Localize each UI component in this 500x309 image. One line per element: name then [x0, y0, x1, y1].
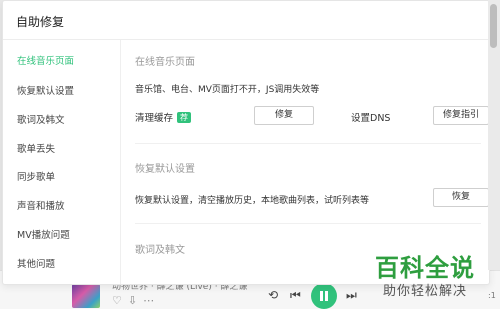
nav-item-sync-playlist[interactable]: 同步歌单 [17, 169, 55, 183]
restore-description: 恢复默认设置，清空播放历史，本地歌曲列表，试听列表等 [135, 196, 370, 206]
dns-guide-button[interactable]: 修复指引 [433, 106, 489, 125]
scrollbar[interactable] [488, 0, 500, 270]
nav-item-restore-default[interactable]: 恢复默认设置 [17, 83, 74, 97]
dialog-title: 自助修复 [16, 15, 65, 29]
sidebar-nav: 在线音乐页面 恢复默认设置 歌词及韩文 歌单丢失 同步歌单 声音和播放 MV播放… [3, 40, 121, 284]
loop-icon[interactable]: ⟲ [268, 289, 278, 301]
watermark-subtitle: 助你轻松解决 [383, 284, 468, 299]
nav-item-lyrics[interactable]: 歌词及韩文 [17, 112, 65, 126]
section-separator [135, 223, 481, 224]
self-repair-dialog: 自助修复 在线音乐页面 恢复默认设置 歌词及韩文 歌单丢失 同步歌单 声音和播放… [2, 0, 490, 285]
section-heading-restore: 恢复默认设置 [135, 164, 195, 175]
section-heading-online: 在线音乐页面 [135, 57, 195, 68]
previous-icon[interactable]: ⏮ [290, 289, 301, 301]
scrollbar-thumb[interactable] [490, 4, 497, 48]
watermark-logo: 百科全说 助你轻松解决 [363, 244, 491, 306]
nav-item-mv-playback[interactable]: MV播放问题 [17, 227, 70, 241]
section-heading-lyrics: 歌词及韩文 [135, 245, 185, 256]
pause-button[interactable] [311, 283, 337, 309]
restore-button[interactable]: 恢复 [433, 188, 489, 207]
nav-item-other[interactable]: 其他问题 [17, 256, 55, 270]
download-icon[interactable]: ⇩ [128, 294, 143, 307]
online-description: 音乐馆、电台、MV页面打不开，JS调用失效等 [135, 85, 320, 95]
nav-item-playlist-lost[interactable]: 歌单丢失 [17, 141, 55, 155]
repair-button[interactable]: 修复 [254, 106, 314, 125]
clear-cache-row: 清理缓存荐 [135, 110, 192, 124]
song-action-icons: ♡⇩⋯ [112, 294, 160, 307]
section-separator [135, 143, 481, 144]
watermark-title: 百科全说 [375, 254, 475, 282]
heart-icon[interactable]: ♡ [112, 294, 128, 307]
recommended-badge: 荐 [177, 112, 192, 123]
next-icon[interactable]: ⏭ [346, 289, 357, 301]
more-icon[interactable]: ⋯ [143, 294, 160, 307]
nav-item-sound-playback[interactable]: 声音和播放 [17, 198, 65, 212]
album-art[interactable] [72, 284, 100, 308]
dns-label: 设置DNS [351, 113, 391, 124]
nav-item-online-music[interactable]: 在线音乐页面 [17, 53, 74, 67]
clear-cache-label: 清理缓存 [135, 113, 174, 124]
